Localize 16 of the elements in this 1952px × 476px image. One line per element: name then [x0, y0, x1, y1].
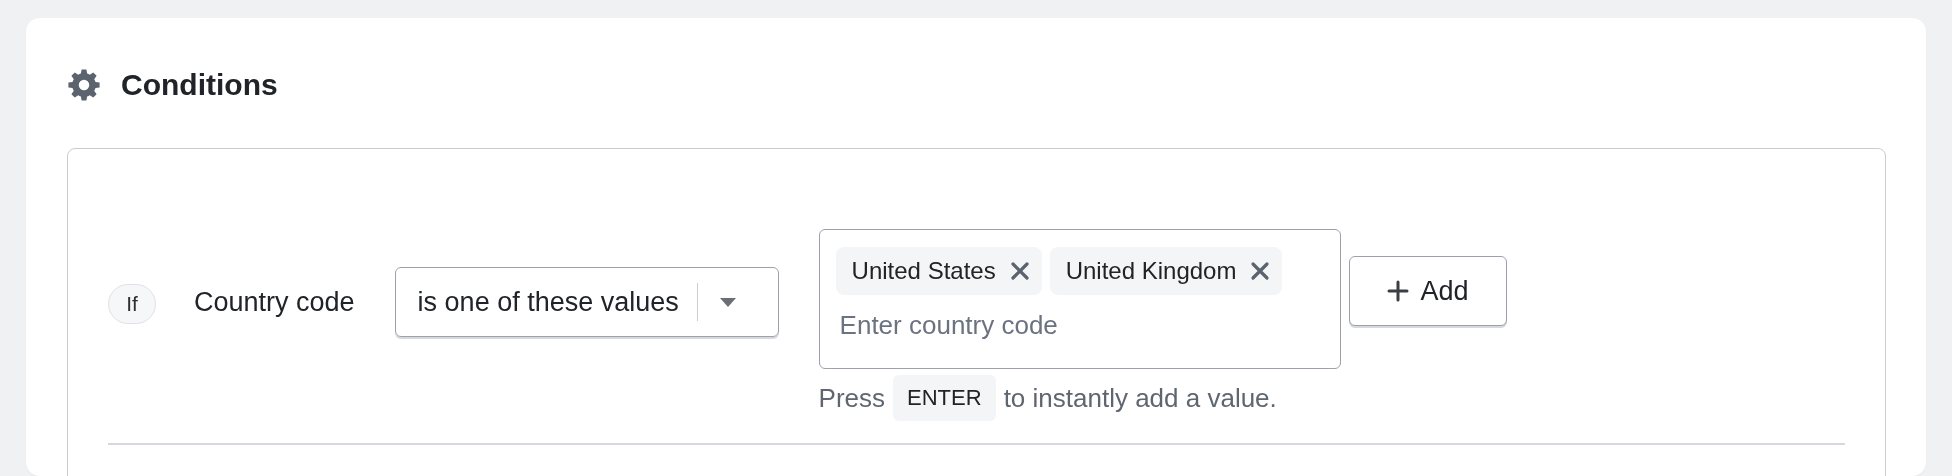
operator-select[interactable]: is one of these values: [394, 267, 779, 337]
enter-key: ENTER: [893, 375, 996, 421]
settings-icon: [67, 68, 101, 102]
remove-icon[interactable]: [1009, 261, 1030, 281]
caret-icon: [719, 297, 736, 307]
tag-label: United States: [851, 257, 996, 285]
tag-input-field[interactable]: United States United Kingdom Enter country code: [818, 229, 1341, 369]
hint-text: Press: [818, 382, 886, 414]
if-badge: If: [108, 284, 156, 324]
card-title: Conditions: [121, 68, 278, 102]
remove-icon[interactable]: [1250, 261, 1271, 281]
tag-label: United Kingdom: [1065, 257, 1237, 285]
field-label: Country code: [194, 287, 355, 318]
hint-text: to instantly add a value.: [1003, 382, 1277, 414]
plus-icon: [1386, 280, 1409, 302]
add-button[interactable]: Add: [1348, 256, 1507, 326]
